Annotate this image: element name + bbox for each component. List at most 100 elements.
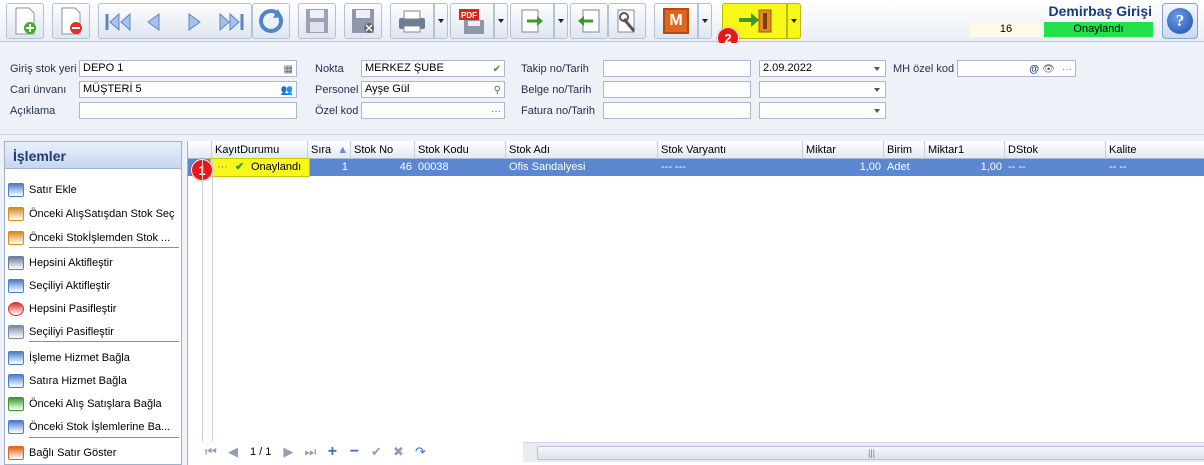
takip-no-field[interactable] <box>603 60 751 77</box>
remove-row-icon[interactable]: − <box>343 443 365 461</box>
chevron-down-icon[interactable] <box>874 109 880 113</box>
panel-item-9[interactable]: Önceki Alış Satışlara Bağla <box>5 393 181 415</box>
check-icon[interactable]: ✔ <box>493 62 501 76</box>
panel-item-11[interactable]: Bağlı Satır Göster <box>5 442 181 464</box>
redo-icon[interactable]: ↷ <box>409 443 431 461</box>
pdf-dropdown[interactable] <box>494 3 508 39</box>
refresh-button[interactable] <box>252 3 290 39</box>
belge-date-field[interactable] <box>759 81 886 98</box>
previous-record-icon[interactable] <box>141 11 165 33</box>
col-stok-adi[interactable]: Stok Adı <box>506 141 658 159</box>
panel-item-label: Seçiliyi Pasifleştir <box>29 326 114 338</box>
cancel-icon[interactable]: ✖ <box>387 443 409 461</box>
col-birim[interactable]: Birim <box>884 141 925 159</box>
nokta-field[interactable]: MERKEZ ŞUBE ✔ <box>361 60 505 77</box>
confirm-icon[interactable]: ✔ <box>365 443 387 461</box>
cell-dstok[interactable]: -- -- <box>1005 159 1106 176</box>
eye-icon[interactable]: 👁 <box>1042 62 1055 76</box>
help-button[interactable]: ? <box>1162 3 1198 39</box>
col-stok-no[interactable]: Stok No <box>351 141 415 159</box>
ozel-kod-field[interactable]: ··· <box>361 102 505 119</box>
cari-unvani-field[interactable]: MÜŞTERİ 5 👥 <box>79 81 297 98</box>
save-close-button[interactable] <box>344 3 382 39</box>
cell-birim[interactable]: Adet <box>884 159 925 176</box>
grid-corner[interactable] <box>188 141 212 159</box>
import-button[interactable] <box>570 3 608 39</box>
ellipsis-icon[interactable]: ··· <box>1062 62 1072 76</box>
prev-page-icon[interactable]: ◀ <box>222 443 244 461</box>
ellipsis-icon[interactable]: ··· <box>491 104 501 118</box>
approve-dropdown[interactable] <box>787 3 801 39</box>
col-kayit-durumu[interactable]: KayıtDurumu <box>212 141 308 159</box>
cell-stok-varyanti[interactable]: --- --- <box>658 159 803 176</box>
giris-stok-yeri-field[interactable]: DEPO 1 ▦ <box>79 60 297 77</box>
table-row[interactable]: 1 46 00038 Ofis Sandalyesi --- --- 1,00 … <box>188 159 1204 176</box>
chevron-down-icon[interactable] <box>874 67 880 71</box>
customers-icon[interactable]: 👥 <box>281 83 293 97</box>
panel-item-8[interactable]: Satıra Hizmet Bağla <box>5 370 181 392</box>
fatura-no-field[interactable] <box>603 102 751 119</box>
panel-item-4[interactable]: Seçiliyi Aktifleştir <box>5 275 181 297</box>
col-kalite[interactable]: Kalite <box>1106 141 1204 159</box>
col-stok-kodu[interactable]: Stok Kodu <box>415 141 506 159</box>
last-page-icon[interactable]: ⏭ <box>299 443 321 461</box>
save-button[interactable] <box>298 3 336 39</box>
first-page-icon[interactable]: ⏮ <box>200 443 222 461</box>
cell-miktar1[interactable]: 1,00 <box>925 159 1005 176</box>
takip-date-field[interactable]: 2.09.2022 <box>759 60 886 77</box>
print-dropdown[interactable] <box>434 3 448 39</box>
cell-kalite[interactable]: -- -- <box>1106 159 1204 176</box>
col-stok-varyanti[interactable]: Stok Varyantı <box>658 141 803 159</box>
print-button[interactable] <box>390 3 434 39</box>
panel-item-3[interactable]: Hepsini Aktifleştir <box>5 252 181 274</box>
cell-sira[interactable]: 1 <box>308 159 351 176</box>
chevron-down-icon <box>791 19 797 23</box>
panel-item-1[interactable]: Önceki AlışSatışdan Stok Seç <box>5 203 181 225</box>
cell-stok-kodu[interactable]: 00038 <box>415 159 506 176</box>
fatura-date-field[interactable] <box>759 102 886 119</box>
cell-stok-adi[interactable]: Ofis Sandalyesi <box>506 159 658 176</box>
last-record-icon[interactable] <box>217 11 247 33</box>
col-miktar1[interactable]: Miktar1 <box>925 141 1005 159</box>
cell-kayit-durumu[interactable]: ··· ✔ Onaylandı <box>210 158 310 177</box>
tools-button[interactable] <box>608 3 646 39</box>
aciklama-field[interactable] <box>79 102 297 119</box>
horizontal-scrollbar[interactable]: ||| <box>523 442 1204 462</box>
panel-item-label: Önceki Alış Satışlara Bağla <box>29 398 162 410</box>
new-document-button[interactable] <box>6 3 44 39</box>
next-page-icon[interactable]: ▶ <box>277 443 299 461</box>
cell-stok-no[interactable]: 46 <box>351 159 415 176</box>
delete-document-icon <box>61 7 82 35</box>
m-dropdown[interactable] <box>698 3 712 39</box>
panel-item-5[interactable]: Hepsini Pasifleştir <box>5 298 181 320</box>
pdf-export-button[interactable]: PDF <box>450 3 494 39</box>
col-miktar[interactable]: Miktar <box>803 141 884 159</box>
panel-item-6[interactable]: Seçiliyi Pasifleştir <box>5 321 181 343</box>
add-row-icon[interactable]: + <box>321 443 343 461</box>
at-icon[interactable]: @ <box>1029 62 1039 76</box>
col-sira[interactable]: Sıra ▲ <box>308 141 351 159</box>
export-button[interactable] <box>510 3 554 39</box>
person-search-icon[interactable]: ⚲ <box>494 83 501 97</box>
delete-document-button[interactable] <box>52 3 90 39</box>
grid-navigator: ⏮ ◀ 1 / 1 ▶ ⏭ + − ✔ ✖ ↷ <box>200 441 431 463</box>
panel-item-7[interactable]: İşleme Hizmet Bağla <box>5 347 181 369</box>
panel-item-2[interactable]: Önceki Stokİşlemden Stok ... <box>5 227 181 249</box>
col-dstok[interactable]: DStok <box>1005 141 1106 159</box>
chevron-down-icon[interactable] <box>874 88 880 92</box>
panel-item-0[interactable]: Satır Ekle <box>5 179 181 201</box>
scrollbar-thumb[interactable]: ||| <box>537 446 1204 460</box>
panel-item-label: Önceki Stok İşlemlerine Ba... <box>29 421 171 433</box>
belge-no-field[interactable] <box>603 81 751 98</box>
next-record-icon[interactable] <box>183 11 207 33</box>
sort-asc-icon: ▲ <box>337 144 349 156</box>
panel-item-10[interactable]: Önceki Stok İşlemlerine Ba... <box>5 416 181 438</box>
personel-field[interactable]: Ayşe Gül ⚲ <box>361 81 505 98</box>
export-dropdown[interactable] <box>554 3 568 39</box>
warehouse-icon[interactable]: ▦ <box>284 62 293 76</box>
expand-icon[interactable]: ··· <box>217 159 228 176</box>
mh-ozel-kod-field[interactable]: @ 👁 ··· <box>957 60 1076 77</box>
first-record-icon[interactable] <box>103 11 133 33</box>
cell-miktar[interactable]: 1,00 <box>803 159 884 176</box>
m-button[interactable]: M <box>654 3 698 39</box>
